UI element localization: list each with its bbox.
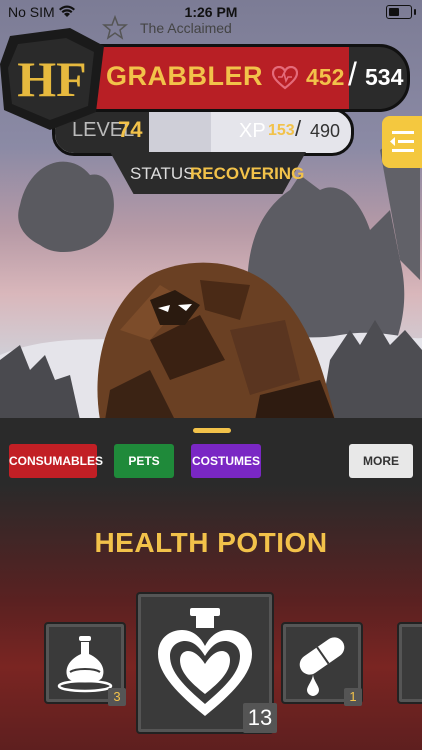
item-count: 1 [344, 688, 362, 706]
heart-icon [272, 66, 298, 90]
xp-separator: / [295, 116, 302, 141]
hf-emblem-logo: HF [0, 28, 104, 130]
ios-status-bar: No SIM 1:26 PM [0, 0, 422, 24]
hp-separator: / [348, 56, 357, 92]
hero-name: GRABBLER [106, 61, 263, 91]
hp-current: 452 [306, 64, 345, 90]
side-menu-button[interactable] [382, 116, 422, 168]
svg-text:HF: HF [17, 51, 86, 107]
drawer-handle[interactable] [193, 428, 231, 433]
item-count: 13 [243, 703, 277, 733]
tab-more[interactable]: MORE [349, 444, 413, 478]
xp-max: 490 [310, 121, 341, 141]
menu-icon [390, 131, 414, 152]
tab-consumables[interactable]: CONSUMABLES [9, 444, 103, 478]
status-value: RECOVERING [190, 164, 305, 183]
clock: 1:26 PM [184, 4, 238, 20]
item-count: 3 [108, 688, 126, 706]
selected-item-title: HEALTH POTION [94, 527, 328, 558]
xp-current: 153 [268, 122, 295, 139]
xp-label: XP [239, 120, 266, 142]
tab-costumes[interactable]: COSTUMES [191, 444, 261, 478]
level-value: 74 [118, 117, 143, 142]
tab-pets[interactable]: PETS [114, 444, 174, 478]
xp-bar-fill [149, 111, 211, 153]
item-slot-next[interactable] [397, 622, 422, 704]
battery-icon [386, 5, 416, 19]
status-label: STATUS [130, 164, 195, 183]
hp-max: 534 [365, 64, 404, 90]
